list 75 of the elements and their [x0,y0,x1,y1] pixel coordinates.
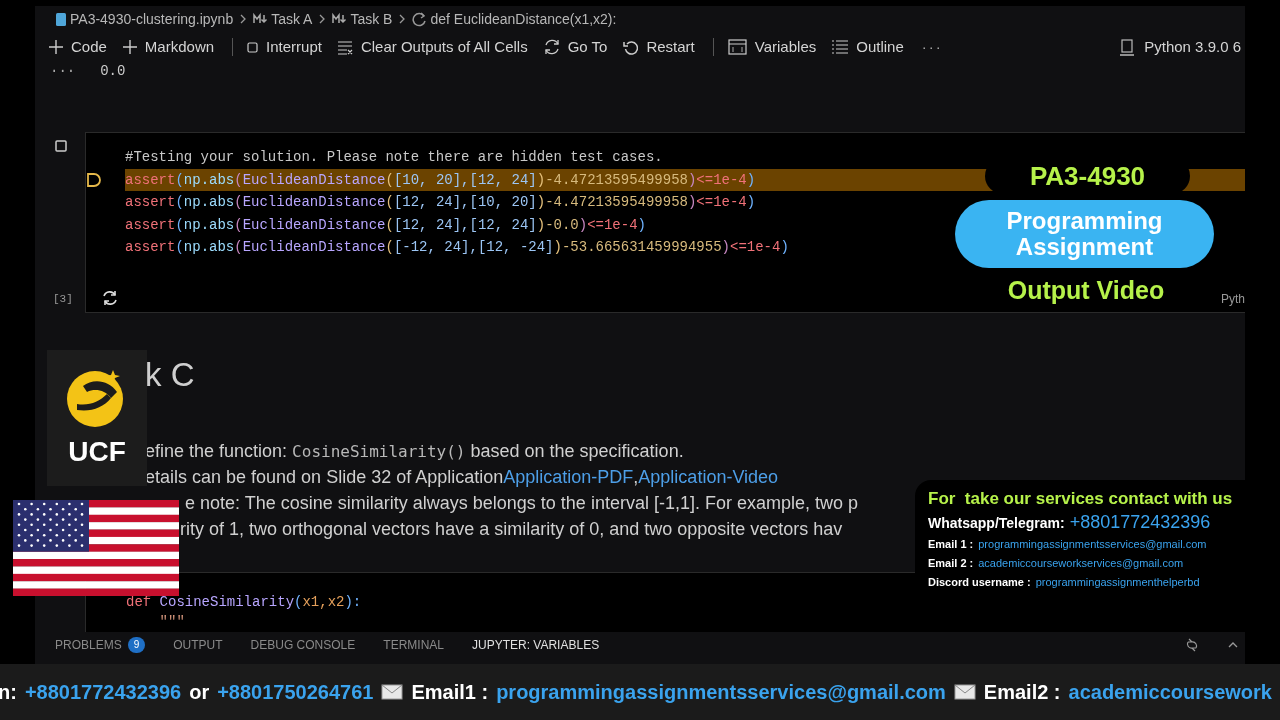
contact-label: Email 1 : [928,537,974,552]
code-line: assert(np.abs(EuclideanDistance([12, 24],[10, 20])-4.47213595499958)<=1e-4) [125,193,756,212]
square-icon [247,41,259,53]
toolbar-button[interactable]: Restart [617,35,701,59]
code-line: """ [158,613,186,632]
output-value: 0.0 [100,61,126,81]
code-line: #Testing your solution. Please note there are hidden test cases. [125,148,663,167]
paragraph-line: etails can be found on Slide 32 of Application [145,466,504,489]
contact-label: Discord username : [928,575,1031,590]
link-separator: , [633,466,639,489]
flag-icon [13,500,179,596]
list-clear-icon [337,39,353,55]
contact-value: academiccourseworkservices@gmail.com [978,556,1184,571]
chevron-icon [398,13,407,25]
ticker-text: Email1 : [411,680,489,705]
toolbar-button[interactable]: Variables [721,35,823,59]
contact-label: Whatsapp/Telegram: [928,514,1065,533]
breadcrumb-item[interactable]: PA3-4930-clustering.ipynb [70,8,234,30]
more-button[interactable]: ··· [913,35,951,59]
panel-tab[interactable]: PROBLEMS 9 [55,636,146,654]
panel-tab[interactable]: OUTPUT [173,636,223,654]
restart-icon [623,39,639,55]
panel-tab[interactable]: DEBUG CONSOLE [250,636,356,654]
count-badge: 9 [127,637,146,653]
code-line: assert(np.abs(EuclideanDistance([10, 20],[12, 24])-4.47213595499958)<=1e-4) [125,170,756,190]
contact-value: programmingassignmenthelperbd [1035,575,1200,590]
document-link[interactable]: Application-PDF [503,464,634,491]
plus-icon [49,40,63,54]
output-ellipsis[interactable]: ··· [50,60,76,82]
envelope-icon [953,684,976,700]
ticker-text: n: [0,680,17,705]
refresh-icon [412,11,428,27]
breadcrumb-item[interactable]: def EuclideanDistance(x1,x2): [430,8,617,30]
section-heading: k C [145,358,195,391]
chevron-icon [239,13,248,25]
paragraph-line: efine the function: CosineSimilarity() based on the specification. [145,440,684,463]
execution-count: [3] [53,292,73,307]
breadcrumb-item[interactable]: Task A [271,8,313,30]
paragraph-line: rity of 1, two orthogonal vectors have a similarity of 0, and two opposite vectors hav [180,518,843,541]
breakpoint-icon [86,171,102,188]
toolbar-button[interactable]: Markdown [116,35,221,59]
panel-tab[interactable]: JUPYTER: VARIABLES [472,636,600,654]
plus-icon [122,40,137,54]
refresh-icon [543,39,560,55]
chevron-icon [318,13,327,25]
panel-tab[interactable]: TERMINAL [383,636,444,654]
ticker-text: or [189,680,210,705]
toolbar-button[interactable]: Outline [826,35,910,59]
contact-label: Email 2 : [928,556,974,571]
toolbar-button[interactable]: Code [43,35,113,59]
toolbar-button[interactable]: Go To [537,35,614,59]
variables-icon [727,39,747,55]
list-icon [832,39,849,55]
checkbox-icon [55,140,67,152]
logo-text: UCF [68,438,126,466]
breadcrumb-item[interactable]: Task B [350,8,393,30]
paragraph-line: e note: The cosine similarity always belongs to the interval [-1,1]. For example, two p [185,492,858,515]
overlay-banner: Programming Assignment [955,200,1214,268]
contact-heading: For take our services contact with us [928,488,1234,510]
toolbar-button[interactable]: Clear Outputs of All Cells [331,35,534,59]
contact-value: programmingassignmentsservices@gmail.com [978,537,1207,552]
ticker-text: Email2 : [983,680,1061,705]
refresh-icon [1185,638,1199,652]
document-link[interactable]: Application-Video [638,464,779,491]
markdown-icon [332,12,348,26]
notebook-icon [55,11,67,27]
code-line: assert(np.abs(EuclideanDistance([-12, 24],[12, -24])-53.665631459994955)<=1e-4) [125,238,789,257]
cell-language: Pyth [1221,291,1245,308]
kernel-icon [1120,38,1135,56]
markdown-icon [253,12,269,26]
contact-value: +8801772432396 [1069,511,1211,534]
code-line: assert(np.abs(EuclideanDistance([12, 24],[12, 24])-0.0)<=1e-4) [125,215,646,235]
toolbar-button[interactable]: Interrupt [241,35,328,59]
envelope-icon [381,684,404,700]
kernel-button[interactable]: Python 3.9.0 6 [1120,35,1241,59]
